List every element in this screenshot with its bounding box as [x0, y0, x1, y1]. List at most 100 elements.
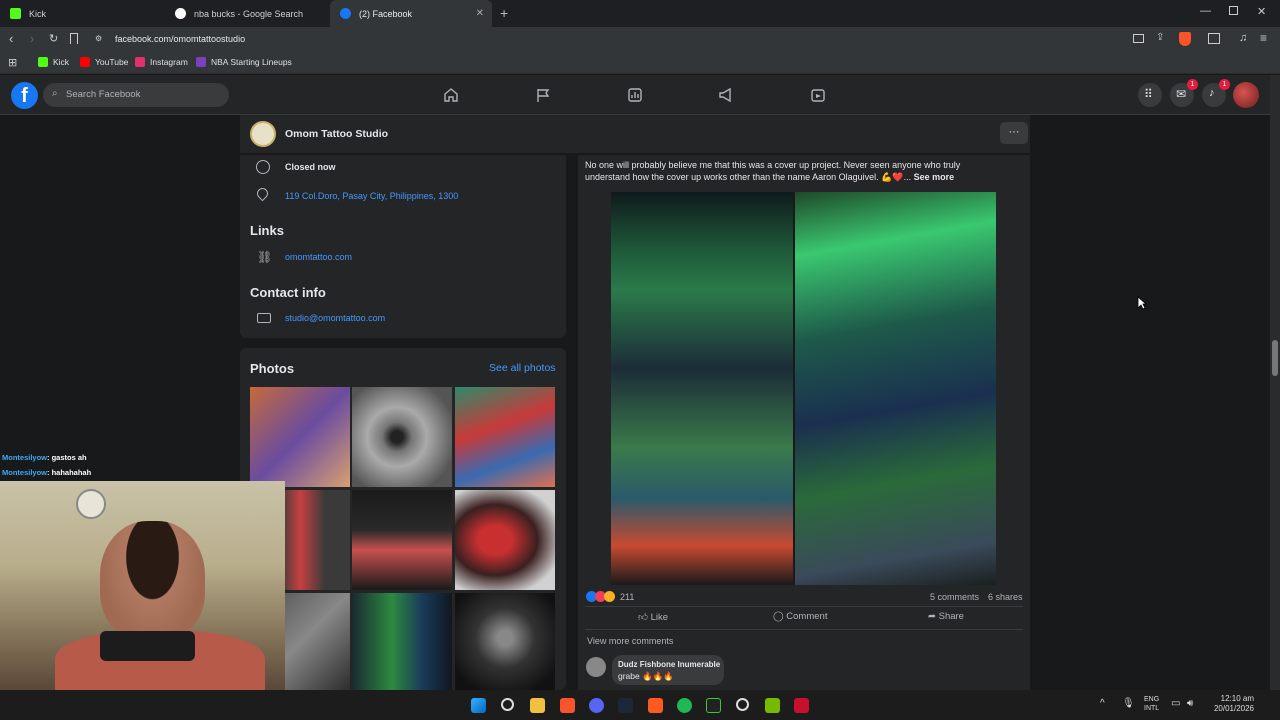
brave-browser-icon[interactable]: [560, 698, 575, 713]
commenter-avatar[interactable]: [586, 657, 606, 677]
like-button[interactable]: 👍︎ Like: [638, 611, 668, 623]
media-icon[interactable]: ♫: [1239, 32, 1247, 44]
view-more-comments-link[interactable]: View more comments: [587, 636, 673, 646]
tab-facebook[interactable]: (2) Facebook ✕: [330, 0, 492, 27]
url-field[interactable]: facebook.com/omomtattoostudio: [115, 34, 245, 44]
tab-kick[interactable]: Kick: [0, 0, 165, 27]
microphone: [100, 631, 195, 661]
new-tab-icon[interactable]: +: [500, 5, 508, 21]
apps-grid-icon[interactable]: ⊞: [8, 56, 17, 69]
notifications-button[interactable]: ♪ 1: [1202, 79, 1230, 107]
facebook-logo[interactable]: f: [11, 82, 38, 109]
forward-icon[interactable]: ›: [30, 31, 34, 46]
steam-icon[interactable]: [618, 698, 633, 713]
comment-bubble-icon: ◯: [773, 611, 787, 622]
bookmark-nba[interactable]: NBA Starting Lineups: [196, 57, 292, 67]
search-icon[interactable]: [501, 698, 514, 711]
photo-thumbnail[interactable]: [455, 387, 555, 487]
marketplace-icon[interactable]: [810, 87, 826, 103]
facebook-tab-icon: [340, 8, 351, 19]
file-explorer-icon[interactable]: [530, 698, 545, 713]
page-avatar[interactable]: [250, 121, 276, 147]
bookmark-youtube[interactable]: YouTube: [80, 57, 128, 67]
photo-thumbnail[interactable]: [352, 490, 452, 590]
sidebar-icon[interactable]: [1208, 33, 1220, 44]
scrollbar-thumb[interactable]: [1272, 340, 1278, 376]
post-card: No one will probably believe me that thi…: [578, 155, 1030, 690]
minimize-icon[interactable]: —: [1200, 5, 1211, 17]
page-name[interactable]: Omom Tattoo Studio: [285, 128, 388, 140]
photo-thumbnail[interactable]: [455, 593, 555, 693]
comments-count[interactable]: 5 comments: [930, 592, 979, 602]
reload-icon[interactable]: ↻: [49, 32, 58, 45]
wow-reaction-icon: [604, 591, 615, 602]
search-box[interactable]: ⌕ Search Facebook: [43, 83, 229, 107]
see-more-link[interactable]: See more: [914, 172, 955, 182]
reaction-count: 211: [620, 591, 635, 602]
messenger-icon: ✉: [1176, 87, 1187, 101]
share-arrow-icon: ➦: [928, 611, 939, 622]
insights-icon[interactable]: [627, 87, 643, 103]
clock-date[interactable]: 12:10 am 20/01/2026: [1208, 694, 1254, 714]
menu-grid-button[interactable]: ⠿: [1138, 83, 1162, 107]
photo-thumbnail[interactable]: [352, 593, 452, 693]
back-icon[interactable]: ‹: [9, 31, 13, 46]
page-more-button[interactable]: ···: [1000, 122, 1028, 144]
start-windows-icon[interactable]: [471, 698, 486, 713]
reactions-summary[interactable]: 211: [586, 591, 634, 602]
close-window-icon[interactable]: ✕: [1257, 5, 1266, 18]
chat-message: Montesilyow: gastos ah: [2, 453, 87, 462]
bookmark-icon[interactable]: [70, 33, 78, 44]
maximize-icon[interactable]: [1229, 6, 1238, 15]
clock-icon: [256, 160, 270, 174]
home-icon[interactable]: [443, 87, 459, 103]
nvidia-icon[interactable]: [765, 698, 780, 713]
comment-bubble: Dudz Fishbone Inumerable grabe 🔥🔥🔥: [612, 655, 724, 685]
app-x-icon[interactable]: [794, 698, 809, 713]
volume-icon[interactable]: 🔊︎: [1187, 698, 1193, 709]
ads-megaphone-icon[interactable]: [718, 87, 734, 103]
discord-icon[interactable]: [589, 698, 604, 713]
tab-google-search[interactable]: nba bucks - Google Search: [165, 0, 330, 27]
microphone-icon[interactable]: 🎙︎: [1122, 698, 1135, 709]
shares-count[interactable]: 6 shares: [988, 592, 1023, 602]
see-all-photos-link[interactable]: See all photos: [489, 362, 556, 374]
photo-thumbnail[interactable]: [455, 490, 555, 590]
website-link[interactable]: omomtattoo.com: [285, 252, 352, 262]
pages-flag-icon[interactable]: [535, 87, 551, 103]
search-input[interactable]: Search Facebook: [66, 89, 140, 100]
google-icon: [175, 8, 186, 19]
close-tab-icon[interactable]: ✕: [476, 8, 484, 19]
profile-avatar[interactable]: [1233, 82, 1259, 108]
menu-icon[interactable]: ≡: [1260, 31, 1267, 45]
photo-thumbnail[interactable]: [352, 387, 452, 487]
photo-thumbnail[interactable]: [250, 387, 350, 487]
cast-icon[interactable]: [1133, 34, 1144, 43]
spotify-icon[interactable]: [677, 698, 692, 713]
brave-shield-icon[interactable]: [1179, 32, 1191, 46]
share-icon[interactable]: ⇪: [1156, 32, 1164, 43]
tattoo-photo-left: [611, 192, 793, 585]
bookmark-kick[interactable]: Kick: [38, 57, 69, 67]
site-settings-icon[interactable]: ⚙: [95, 34, 102, 43]
address-link[interactable]: 119 Col.Doro, Pasay City, Philippines, 1…: [285, 191, 458, 201]
language-indicator[interactable]: ENG INTL: [1144, 695, 1159, 713]
app-icon[interactable]: [648, 698, 663, 713]
photos-heading: Photos: [250, 361, 295, 376]
contact-heading: Contact info: [250, 285, 326, 300]
bookmark-instagram[interactable]: Instagram: [135, 57, 188, 67]
share-button[interactable]: ➦ Share: [928, 611, 964, 622]
thumbs-up-icon: 👍︎: [638, 612, 651, 623]
email-link[interactable]: studio@omomtattoo.com: [285, 313, 385, 323]
mouse-cursor-icon: [1137, 296, 1147, 310]
messenger-button[interactable]: ✉ 1: [1170, 79, 1198, 107]
terminal-icon[interactable]: [706, 698, 721, 713]
photos-card: Photos See all photos: [240, 348, 566, 693]
commenter-name[interactable]: Dudz Fishbone Inumerable: [618, 660, 720, 669]
comment-button[interactable]: ◯ Comment: [773, 611, 827, 622]
tray-chevron-icon[interactable]: ^: [1100, 698, 1105, 709]
settings-gear-icon[interactable]: [736, 698, 749, 711]
page-scrollbar[interactable]: [1270, 75, 1280, 690]
network-icon[interactable]: ▭: [1171, 698, 1180, 709]
post-image[interactable]: [611, 192, 996, 585]
